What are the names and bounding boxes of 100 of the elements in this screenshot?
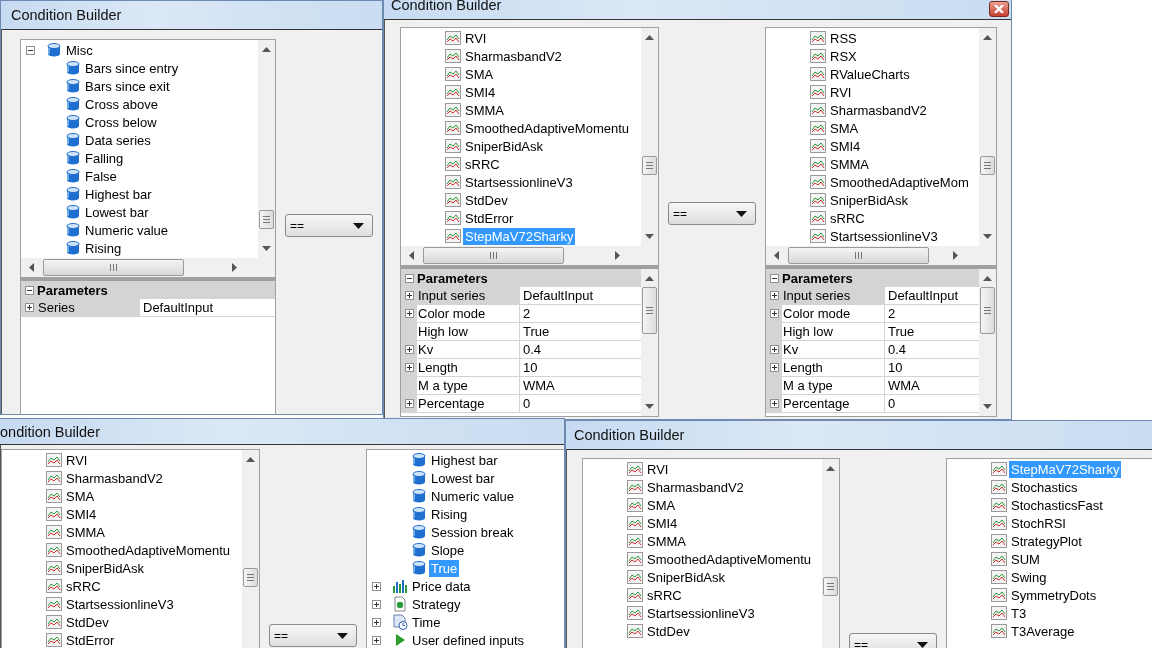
scroll-left-icon[interactable] (774, 251, 779, 260)
tree-item[interactable]: Price data (410, 577, 473, 595)
property-value[interactable]: 0.4 (885, 341, 979, 358)
tree-item[interactable]: Slope (429, 541, 467, 559)
horizontal-scrollbar[interactable] (21, 258, 275, 281)
property-name[interactable]: Kv (782, 341, 885, 358)
scroll-thumb[interactable] (423, 247, 564, 264)
scroll-thumb[interactable] (980, 156, 995, 175)
tree-item[interactable]: Falling (83, 149, 126, 167)
tree-item[interactable]: Bars since entry (83, 59, 181, 77)
property-value[interactable]: 2 (885, 305, 979, 322)
expand-toggle[interactable] (769, 309, 779, 318)
tree-item[interactable]: sRRC (463, 155, 502, 173)
tree-item[interactable]: Misc (64, 41, 95, 59)
property-value[interactable]: 0 (885, 395, 979, 412)
tree-item[interactable]: SMI4 (828, 137, 863, 155)
tree-item[interactable]: RVI (645, 460, 671, 478)
tree-item[interactable]: sRRC (645, 586, 684, 604)
tree-item[interactable]: SmoothedAdaptiveMom (828, 173, 971, 191)
tree-item[interactable]: SharmasbandV2 (64, 469, 165, 487)
tree-item[interactable]: SniperBidAsk (828, 191, 911, 209)
property-value[interactable]: 0.4 (520, 341, 641, 358)
scroll-thumb[interactable] (642, 287, 657, 334)
scroll-thumb[interactable] (980, 287, 995, 334)
expand-toggle[interactable] (372, 581, 381, 591)
scroll-up-icon[interactable] (262, 47, 271, 52)
expand-toggle[interactable] (372, 635, 381, 645)
operator-dropdown[interactable]: == (849, 633, 937, 648)
property-value[interactable]: DefaultInput (885, 287, 979, 304)
scroll-right-icon[interactable] (953, 251, 958, 260)
scroll-down-icon[interactable] (645, 234, 654, 239)
expand-toggle[interactable] (372, 617, 381, 627)
scroll-thumb[interactable] (642, 156, 657, 175)
expand-toggle[interactable] (24, 303, 34, 312)
property-value[interactable]: DefaultInput (520, 287, 641, 304)
scroll-up-icon[interactable] (645, 276, 654, 281)
tree-item[interactable]: Numeric value (83, 221, 171, 239)
scroll-up-icon[interactable] (246, 457, 255, 462)
property-name[interactable]: Length (417, 359, 520, 376)
vertical-scrollbar[interactable] (258, 40, 275, 258)
tree-item[interactable]: StdDev (645, 622, 692, 640)
tree-item[interactable]: StdDev (463, 191, 510, 209)
operator-dropdown[interactable]: == (668, 202, 756, 225)
property-name[interactable]: Percentage (417, 395, 520, 412)
property-name[interactable]: Color mode (782, 305, 885, 322)
operator-dropdown[interactable]: == (285, 214, 373, 237)
expand-toggle[interactable] (769, 363, 779, 372)
tree-item[interactable]: RVI (64, 451, 90, 469)
scroll-thumb[interactable] (243, 568, 258, 587)
tree-item[interactable]: Bars since exit (83, 77, 172, 95)
tree-item[interactable]: RSS (828, 29, 859, 47)
tree-item[interactable]: Cross below (83, 113, 159, 131)
expand-toggle[interactable] (372, 599, 381, 609)
tree-item[interactable]: Cross above (83, 95, 160, 113)
property-value[interactable]: WMA (520, 377, 641, 394)
scroll-up-icon[interactable] (983, 35, 992, 40)
scroll-thumb[interactable] (823, 577, 838, 596)
tree-item[interactable]: SharmasbandV2 (645, 478, 746, 496)
tree-item[interactable]: Rising (429, 505, 470, 523)
scroll-down-icon[interactable] (983, 234, 992, 239)
horizontal-scrollbar[interactable] (766, 246, 996, 269)
tree-item[interactable]: SMMA (463, 101, 506, 119)
tree-item[interactable]: Stochastics (1009, 478, 1080, 496)
tree-item[interactable]: SniperBidAsk (463, 137, 546, 155)
tree-item[interactable]: SmoothedAdaptiveMomentu (463, 119, 632, 137)
tree-item[interactable]: SmoothedAdaptiveMomentu (645, 550, 814, 568)
tree-item[interactable]: Strategy (410, 595, 463, 613)
property-name[interactable]: Input series (417, 287, 520, 304)
property-value[interactable]: 10 (520, 359, 641, 376)
tree-item[interactable]: sRRC (64, 577, 103, 595)
tree-item[interactable]: Highest bar (429, 451, 500, 469)
tree-item[interactable]: RVI (828, 83, 854, 101)
tree-item[interactable]: SMI4 (645, 514, 680, 532)
vertical-scrollbar[interactable] (641, 269, 658, 416)
tree-item[interactable]: Numeric value (429, 487, 517, 505)
operator-dropdown[interactable]: == (269, 624, 357, 647)
tree-item[interactable]: SMI4 (463, 83, 498, 101)
tree-item[interactable]: Lowest bar (83, 203, 151, 221)
vertical-scrollbar[interactable] (822, 459, 839, 648)
tree-item[interactable]: SniperBidAsk (645, 568, 728, 586)
tree-item[interactable]: Lowest bar (429, 469, 497, 487)
property-value[interactable]: True (885, 323, 979, 340)
scroll-right-icon[interactable] (615, 251, 620, 260)
expand-toggle[interactable] (769, 399, 779, 408)
property-name[interactable]: Length (782, 359, 885, 376)
property-value[interactable]: 0 (520, 395, 641, 412)
scroll-up-icon[interactable] (983, 276, 992, 281)
property-name[interactable]: Kv (417, 341, 520, 358)
tree-item[interactable]: SMMA (64, 523, 107, 541)
vertical-scrollbar[interactable] (641, 28, 658, 246)
expand-toggle[interactable] (404, 363, 414, 372)
property-value[interactable]: 2 (520, 305, 641, 322)
scroll-left-icon[interactable] (409, 251, 414, 260)
close-button[interactable] (989, 1, 1009, 17)
expand-toggle[interactable] (404, 399, 414, 408)
expand-toggle[interactable] (404, 291, 414, 300)
expand-toggle[interactable] (404, 309, 414, 318)
tree-item[interactable]: RSX (828, 47, 859, 65)
tree-item[interactable]: Swing (1009, 568, 1049, 586)
vertical-scrollbar[interactable] (979, 28, 996, 246)
